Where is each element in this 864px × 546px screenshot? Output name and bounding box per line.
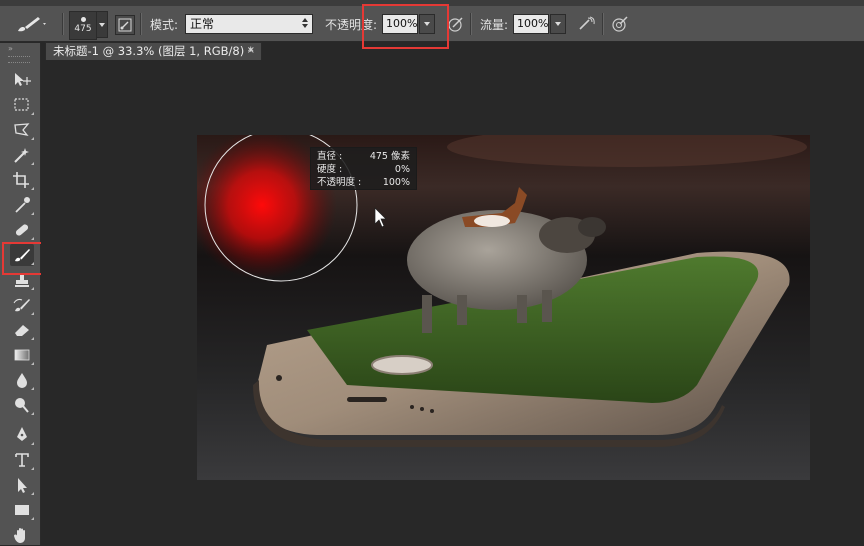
document-tab-title: 未标题-1 @ 33.3% (图层 1, RGB/8) *: [53, 44, 254, 58]
hud-row: 直径 : 475 像素: [317, 150, 410, 163]
dodge-tool-icon: [15, 398, 29, 413]
type-tool-icon: [15, 453, 29, 467]
collapse-panel-icon[interactable]: »: [8, 44, 13, 53]
blur-tool[interactable]: [10, 369, 34, 391]
mode-label: 模式:: [150, 18, 179, 32]
history-brush-tool-icon: [13, 298, 30, 312]
hud-row: 硬度 : 0%: [317, 163, 410, 176]
opacity-highlight-annotation: [362, 4, 449, 49]
healing-brush-tool[interactable]: [10, 219, 34, 241]
rectangle-tool-icon: [15, 505, 29, 515]
hud-value: 100%: [382, 177, 410, 188]
magic-wand-tool-icon: [14, 148, 29, 163]
hand-tool[interactable]: [10, 524, 34, 546]
brush-size-value: 475: [74, 24, 92, 34]
gradient-tool-icon: [14, 349, 30, 361]
airbrush-button[interactable]: [576, 14, 596, 34]
airbrush-icon: [579, 16, 595, 30]
gradient-tool[interactable]: [10, 344, 34, 366]
phone-sheep-photo: [197, 135, 810, 480]
brush-panel-icon: [118, 18, 132, 32]
blur-tool-icon: [17, 373, 27, 388]
hud-label: 直径 :: [317, 151, 343, 162]
eraser-tool-icon: [15, 325, 29, 336]
move-tool-icon: [15, 73, 31, 86]
close-document-icon[interactable]: ×: [247, 43, 255, 59]
flow-label: 流量:: [480, 18, 509, 32]
brush-tip-dot: [80, 17, 86, 22]
magic-wand-tool[interactable]: [10, 144, 34, 166]
chevron-down-icon: [99, 22, 105, 27]
separator: [470, 13, 472, 35]
panel-grip[interactable]: [8, 56, 30, 63]
blend-mode-select[interactable]: 正常: [185, 14, 313, 34]
history-brush-tool[interactable]: [10, 294, 34, 316]
brush-size-preview[interactable]: 475: [69, 11, 97, 40]
tools-panel: »: [0, 43, 41, 545]
type-tool[interactable]: [10, 449, 34, 471]
crop-tool[interactable]: [10, 169, 34, 191]
marquee-tool[interactable]: [10, 94, 34, 116]
separator: [140, 13, 142, 35]
rectangle-tool[interactable]: [10, 499, 34, 521]
marquee-tool-icon: [14, 98, 29, 111]
select-arrows-icon: [302, 18, 308, 28]
hud-label: 硬度 :: [317, 164, 343, 175]
hand-tool-icon: [14, 528, 25, 543]
move-tool[interactable]: [10, 69, 34, 91]
lasso-tool-icon: [14, 123, 30, 136]
separator: [62, 13, 64, 35]
canvas-image[interactable]: [197, 135, 810, 480]
blend-mode-value: 正常: [190, 17, 215, 31]
document-tab[interactable]: 未标题-1 @ 33.3% (图层 1, RGB/8) * ×: [45, 42, 262, 60]
pressure-opacity-icon: [448, 17, 463, 32]
brush-preset-dropdown[interactable]: [96, 11, 108, 38]
path-selection-tool-icon: [18, 478, 27, 493]
hud-value: 475 像素: [369, 151, 410, 162]
pressure-size-icon: [612, 16, 628, 32]
pen-tool[interactable]: [10, 424, 34, 446]
healing-brush-tool-icon: [15, 224, 29, 236]
chevron-down-icon: [555, 22, 561, 26]
pressure-opacity-button[interactable]: [446, 14, 466, 34]
flow-slider-dropdown[interactable]: [550, 14, 566, 34]
hud-value: 0%: [394, 164, 410, 175]
brush-info-hud: 直径 : 475 像素 硬度 : 0% 不透明度 : 100%: [310, 147, 417, 190]
pressure-size-button[interactable]: [610, 14, 630, 34]
eyedropper-tool-icon: [15, 197, 30, 213]
flow-input[interactable]: 100%: [513, 14, 549, 34]
eyedropper-tool[interactable]: [10, 194, 34, 216]
path-selection-tool[interactable]: [10, 474, 34, 496]
hud-label: 不透明度 :: [317, 177, 362, 188]
brush-preset-icon: [18, 17, 46, 32]
hud-row: 不透明度 : 100%: [317, 176, 410, 189]
tool-preset-picker[interactable]: [14, 6, 60, 42]
toggle-brush-panel-button[interactable]: [115, 15, 135, 35]
lasso-tool[interactable]: [10, 119, 34, 141]
separator: [602, 13, 604, 35]
eraser-tool[interactable]: [10, 319, 34, 341]
dodge-tool[interactable]: [10, 394, 34, 416]
crop-tool-icon: [13, 172, 29, 188]
pen-tool-icon: [17, 427, 27, 441]
